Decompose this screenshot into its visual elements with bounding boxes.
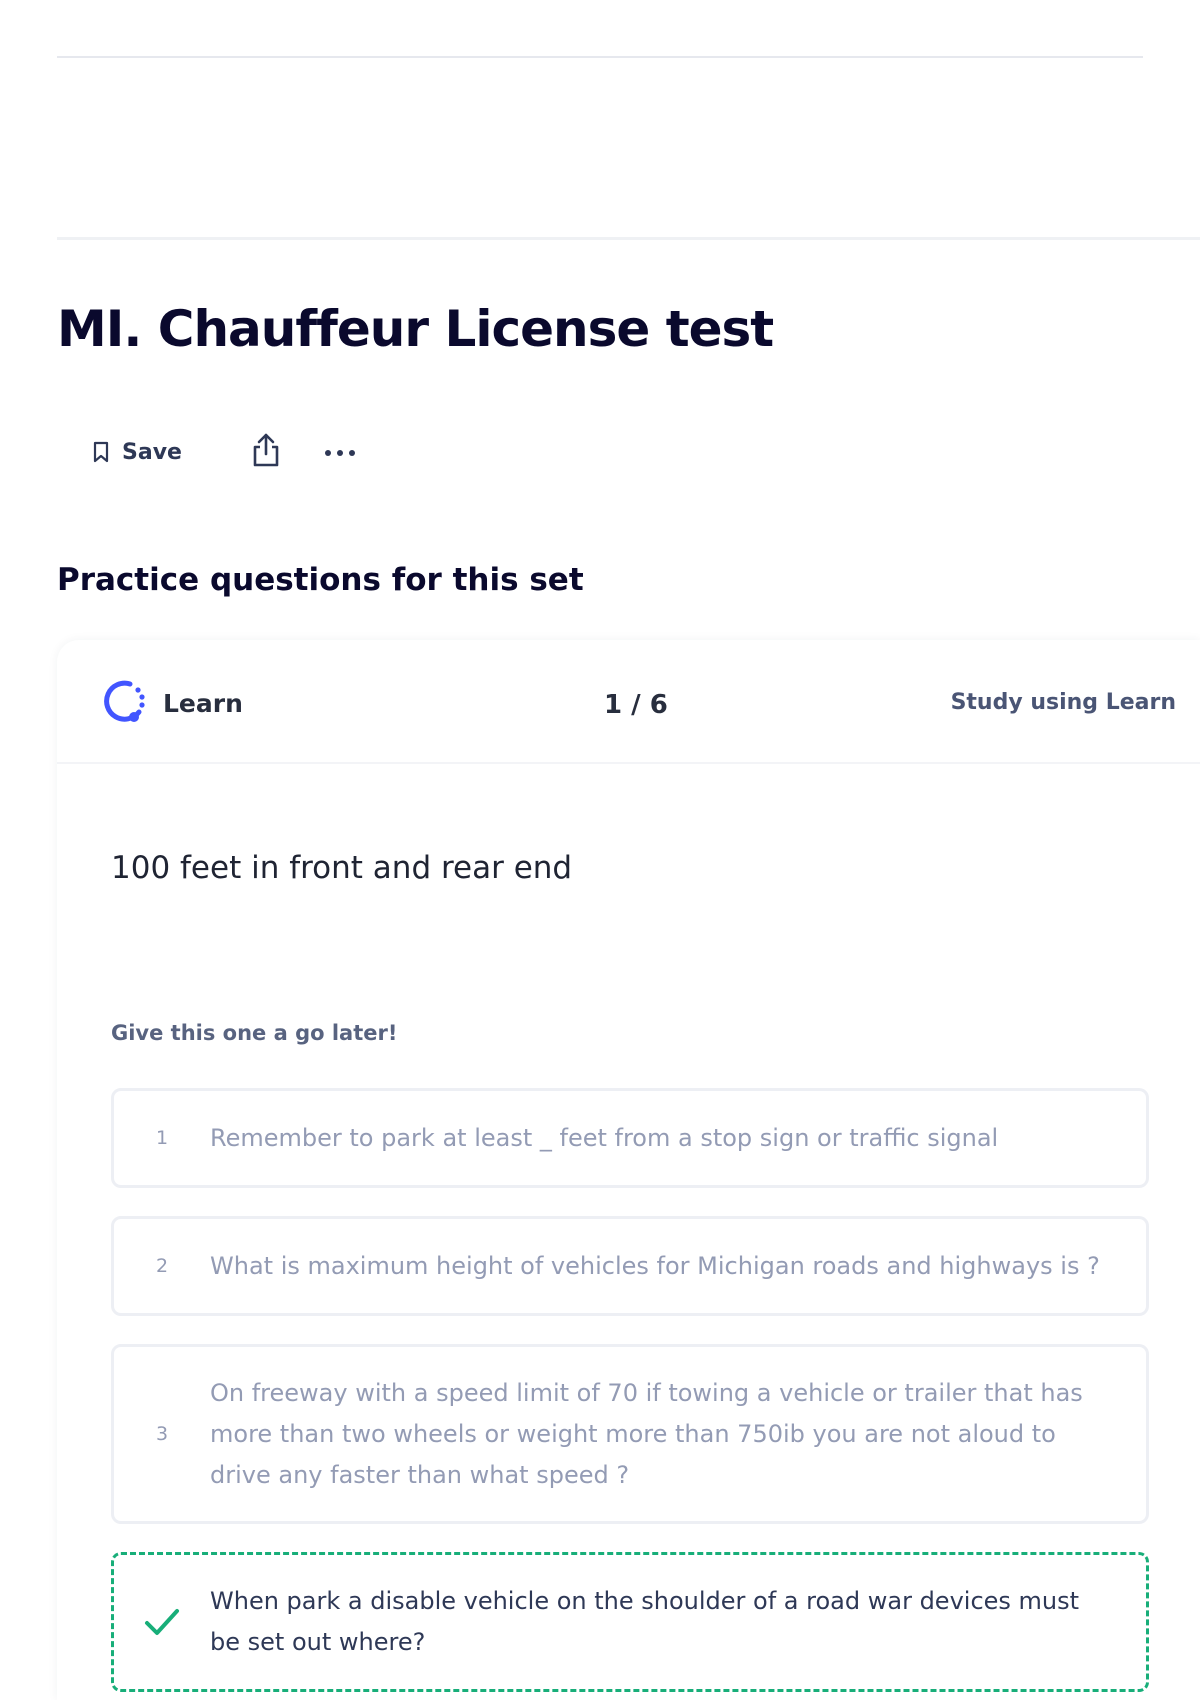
option-text: On freeway with a speed limit of 70 if t… [210,1378,1083,1489]
learn-card: Learn 1 / 6 Study using Learn 100 feet i… [57,640,1200,1700]
option-text: When park a disable vehicle on the shoul… [210,1587,1080,1656]
answer-options: 1 Remember to park at least _ feet from … [111,1088,1149,1700]
bookmark-icon [92,441,110,463]
learn-mode: Learn [101,680,243,726]
top-divider [57,56,1143,58]
answer-option-3[interactable]: 3 On freeway with a speed limit of 70 if… [111,1344,1149,1524]
set-title: MI. Chauffeur License test [57,300,774,358]
more-options-button[interactable] [318,425,362,479]
set-action-bar: Save [80,425,362,479]
page: MI. Chauffeur License test Save Practice… [0,0,1200,1700]
learn-card-header: Learn 1 / 6 Study using Learn [57,640,1200,764]
checkmark-icon [114,1607,210,1637]
study-using-learn-link[interactable]: Study using Learn [951,690,1176,715]
option-number: 1 [155,1127,169,1149]
save-button[interactable]: Save [80,425,194,479]
option-text: What is maximum height of vehicles for M… [210,1251,1100,1280]
option-number: 2 [155,1255,169,1277]
share-icon [251,432,281,472]
share-button[interactable] [246,425,286,479]
term-prompt: 100 feet in front and rear end [111,850,573,886]
answer-option-1[interactable]: 1 Remember to park at least _ feet from … [111,1088,1149,1188]
answer-option-4-correct[interactable]: When park a disable vehicle on the shoul… [111,1552,1149,1692]
question-counter: 1 / 6 [604,690,668,720]
section-divider [57,237,1200,240]
option-number: 3 [155,1423,169,1445]
learn-mode-label: Learn [163,688,243,718]
answer-option-2[interactable]: 2 What is maximum height of vehicles for… [111,1216,1149,1316]
more-horizontal-icon [323,443,357,462]
option-text: Remember to park at least _ feet from a … [210,1123,999,1152]
save-label: Save [122,439,182,465]
practice-heading: Practice questions for this set [57,562,584,598]
hint-text: Give this one a go later! [111,1021,398,1045]
learn-progress-icon [101,678,147,728]
